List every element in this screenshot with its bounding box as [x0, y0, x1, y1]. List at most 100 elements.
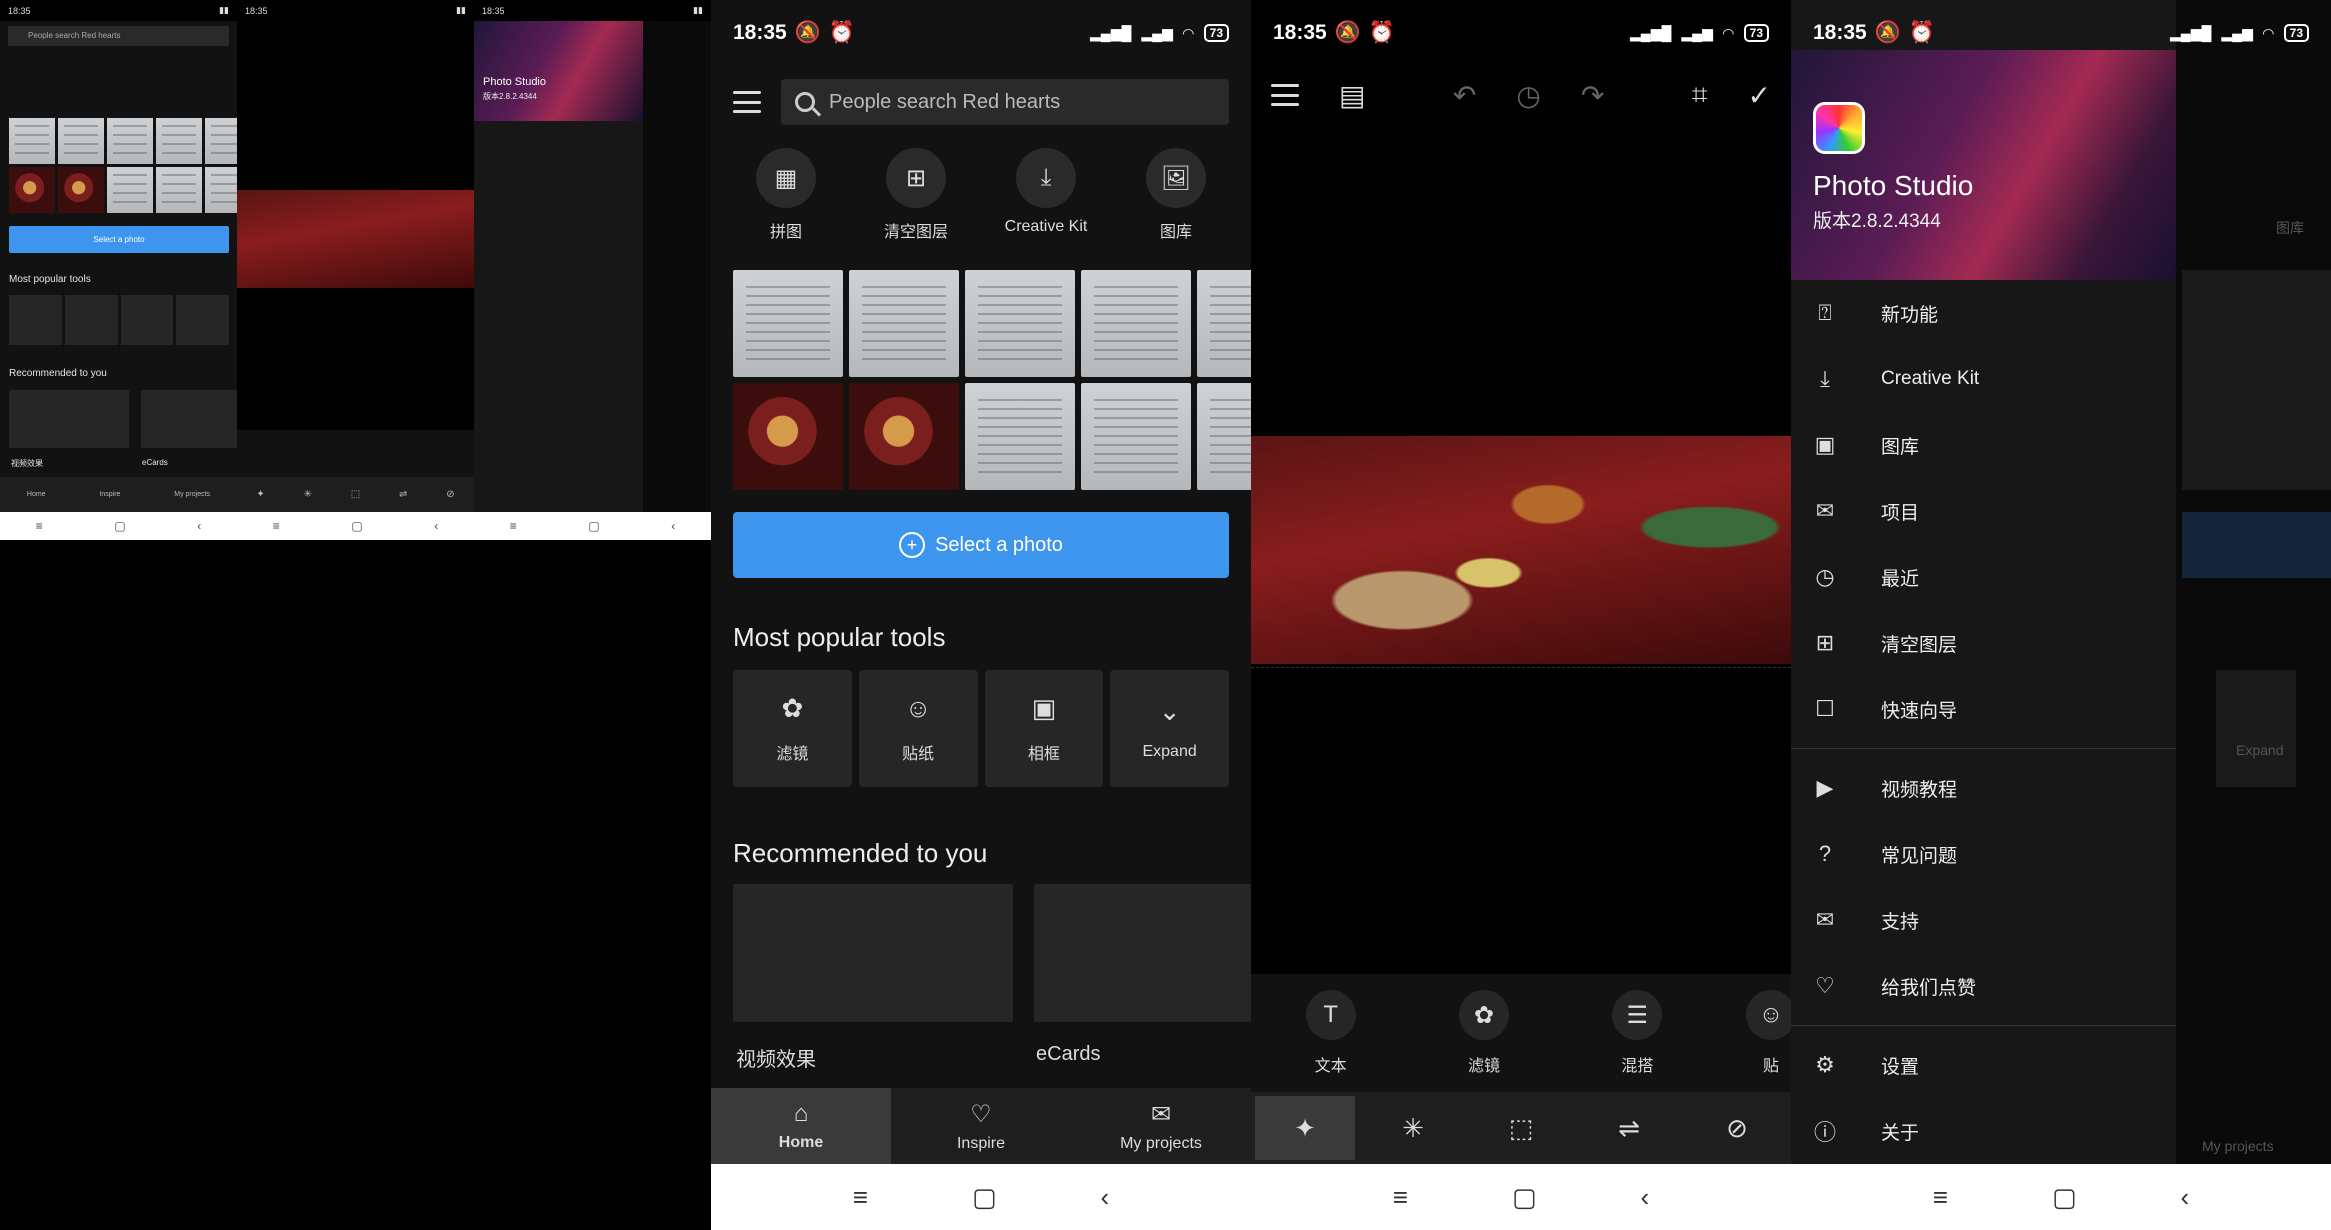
editor-tool-filter[interactable]: ✿ 滤镜: [1444, 990, 1523, 1076]
drawer-item-video-tutorials[interactable]: ▶ 视频教程: [1791, 755, 2176, 821]
home-nav-icon[interactable]: ▢: [351, 519, 362, 533]
thumb-rec-card[interactable]: [9, 390, 129, 448]
tool-filter[interactable]: ✿ 滤镜: [733, 670, 852, 787]
select-photo-button[interactable]: + Select a photo: [733, 512, 1229, 578]
thumb-photo[interactable]: [156, 118, 202, 164]
crop-icon[interactable]: ⌗: [1692, 79, 1708, 112]
undo-icon[interactable]: ↶: [1453, 79, 1476, 112]
tab-my-projects[interactable]: ✉ My projects: [1071, 1088, 1251, 1164]
hamburger-menu-icon[interactable]: [733, 91, 761, 113]
back-nav-icon[interactable]: ‹: [1101, 1182, 1110, 1213]
editor-tool-sticker[interactable]: ☺ 贴: [1745, 990, 1791, 1076]
photo-thumbnail[interactable]: [733, 270, 843, 377]
home-nav-icon[interactable]: ▢: [2052, 1182, 2077, 1213]
thumb-tab-home[interactable]: Home: [27, 491, 46, 498]
back-nav-icon[interactable]: ‹: [671, 519, 675, 533]
edited-photo[interactable]: [1251, 436, 1791, 664]
editor-tool-mix[interactable]: ☰ 混搭: [1598, 990, 1677, 1076]
bandage-icon[interactable]: ⊘: [1687, 1096, 1787, 1160]
history-icon[interactable]: ◷: [1516, 79, 1540, 112]
drawer-item-clear-layers[interactable]: ⊞ 清空图层: [1791, 610, 2176, 676]
recommended-card-ecards[interactable]: [1034, 884, 1251, 1022]
photo-thumbnail[interactable]: [965, 270, 1075, 377]
sliders-icon[interactable]: ⇌: [1579, 1096, 1679, 1160]
home-nav-icon[interactable]: ▢: [1512, 1182, 1537, 1213]
menu-nav-icon[interactable]: ≡: [510, 519, 517, 533]
drawer-item-wizard[interactable]: ☐ 快速向导: [1791, 676, 2176, 742]
home-nav-icon[interactable]: ▢: [972, 1182, 997, 1213]
home-nav-icon[interactable]: ▢: [588, 519, 599, 533]
thumb-photo[interactable]: [205, 167, 237, 213]
thumb-photo[interactable]: [9, 118, 55, 164]
back-nav-icon[interactable]: ‹: [434, 519, 438, 533]
thumb-photo[interactable]: [107, 167, 153, 213]
menu-nav-icon[interactable]: ≡: [1393, 1182, 1408, 1213]
redo-icon[interactable]: ↷: [1581, 79, 1604, 112]
photo-thumbnail[interactable]: [733, 383, 843, 490]
bandage-icon[interactable]: ⊘: [446, 489, 454, 500]
magic-wand-icon[interactable]: ✦: [256, 489, 264, 500]
snowflake-icon[interactable]: ✳: [304, 489, 312, 500]
menu-nav-icon[interactable]: ≡: [853, 1182, 868, 1213]
drawer-item-faq[interactable]: ? 常见问题: [1791, 821, 2176, 887]
quick-clear-layers[interactable]: ⊞ 清空图层: [856, 148, 976, 242]
drawer-item-about[interactable]: ⓘ 关于: [1791, 1098, 2176, 1164]
thumb-photo[interactable]: [9, 167, 55, 213]
thumb-tab-inspire[interactable]: Inspire: [99, 491, 120, 498]
quick-gallery[interactable]: 🖼 图库: [1116, 148, 1236, 242]
tab-inspire[interactable]: ♡ Inspire: [891, 1088, 1071, 1164]
search-input[interactable]: People search Red hearts: [781, 79, 1229, 125]
tool-sticker[interactable]: ☺ 贴纸: [858, 670, 978, 787]
editor-canvas[interactable]: [1251, 124, 1791, 974]
magic-wand-icon[interactable]: ✦: [1255, 1096, 1355, 1160]
photo-thumbnail[interactable]: [1081, 270, 1191, 377]
thumb-tool[interactable]: [176, 295, 229, 345]
thumb-photo[interactable]: [58, 118, 104, 164]
thumb-tool[interactable]: [120, 295, 174, 345]
thumb-photo[interactable]: [205, 118, 237, 164]
gallery-add-icon[interactable]: ▤: [1339, 79, 1365, 112]
thumb-tool[interactable]: [64, 295, 118, 345]
drawer-item-settings[interactable]: ⚙ 设置: [1791, 1032, 2176, 1098]
check-icon[interactable]: ✓: [1748, 79, 1771, 112]
tool-expand[interactable]: ⌄ Expand: [1110, 670, 1229, 787]
sliders-icon[interactable]: ⇌: [399, 489, 407, 500]
photo-thumbnail[interactable]: [849, 270, 959, 377]
photo-thumbnail[interactable]: [849, 383, 959, 490]
thumb-photo[interactable]: [156, 167, 202, 213]
photo-thumbnail[interactable]: [1197, 383, 1251, 490]
thumb-search[interactable]: People search Red hearts: [8, 26, 229, 46]
drawer-item-new-features[interactable]: ⍰ 新功能: [1791, 280, 2176, 346]
thumb-select-button[interactable]: Select a photo: [9, 226, 229, 253]
menu-nav-icon[interactable]: ≡: [1933, 1182, 1948, 1213]
crop-select-icon[interactable]: ⬚: [351, 489, 360, 500]
thumb-photo[interactable]: [107, 118, 153, 164]
menu-nav-icon[interactable]: ≡: [273, 519, 280, 533]
drawer-item-support[interactable]: ✉ 支持: [1791, 887, 2176, 953]
drawer-item-recent[interactable]: ◷ 最近: [1791, 544, 2176, 610]
thumb-photo[interactable]: [58, 167, 104, 213]
drawer-item-gallery[interactable]: ▣ 图库: [1791, 412, 2176, 478]
quick-creative-kit[interactable]: ⤓ Creative Kit: [986, 148, 1106, 242]
drawer-item-projects[interactable]: ✉ 项目: [1791, 478, 2176, 544]
tool-frame[interactable]: ▣ 相框: [984, 670, 1104, 787]
menu-nav-icon[interactable]: ≡: [36, 519, 43, 533]
drawer-item-creative-kit[interactable]: ⤓ Creative Kit: [1791, 346, 2176, 412]
photo-thumbnail[interactable]: [965, 383, 1075, 490]
back-nav-icon[interactable]: ‹: [197, 519, 201, 533]
thumb-tool[interactable]: [9, 295, 62, 345]
crop-select-icon[interactable]: ⬚: [1471, 1096, 1571, 1160]
photo-thumbnail[interactable]: [1081, 383, 1191, 490]
hamburger-menu-icon[interactable]: [1271, 84, 1299, 106]
thumb-rec-card[interactable]: [141, 390, 237, 448]
back-nav-icon[interactable]: ‹: [1641, 1182, 1650, 1213]
tab-home[interactable]: ⌂ Home: [711, 1088, 891, 1164]
recommended-card-video[interactable]: [733, 884, 1013, 1022]
back-nav-icon[interactable]: ‹: [2181, 1182, 2190, 1213]
snowflake-icon[interactable]: ✳: [1363, 1096, 1463, 1160]
drawer-item-rate-us[interactable]: ♡ 给我们点赞: [1791, 953, 2176, 1019]
quick-collage[interactable]: ▦ 拼图: [726, 148, 846, 242]
photo-thumbnail[interactable]: [1197, 270, 1251, 377]
home-nav-icon[interactable]: ▢: [114, 519, 125, 533]
thumb-scrim[interactable]: [643, 21, 711, 512]
